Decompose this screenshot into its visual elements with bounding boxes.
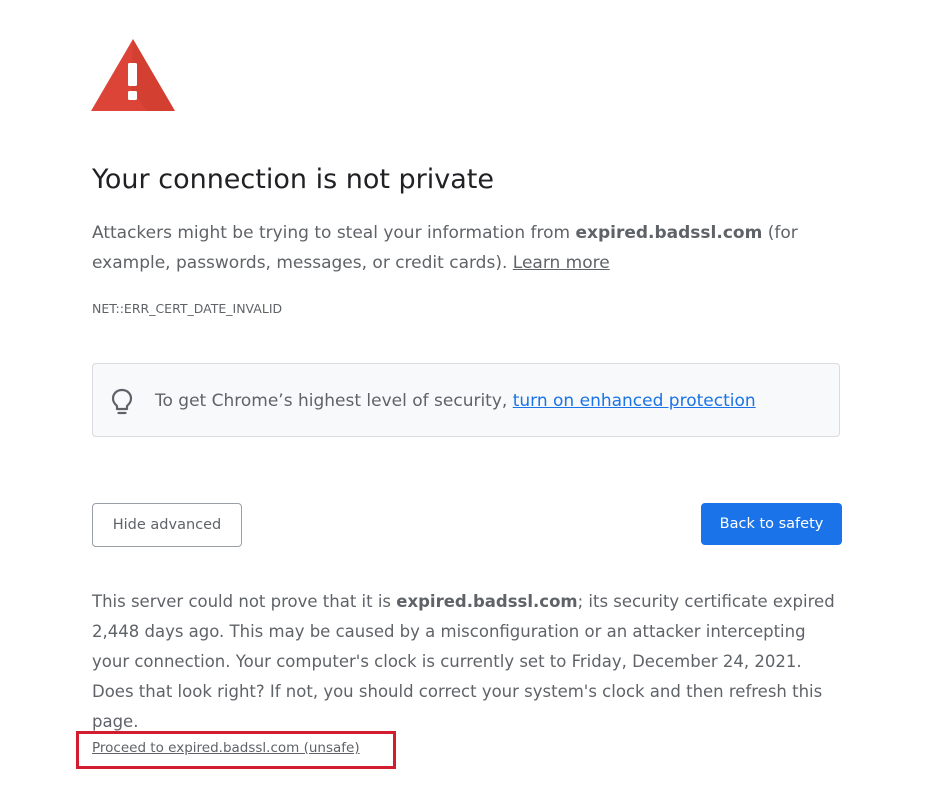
hide-advanced-button[interactable]: Hide advanced: [92, 503, 242, 547]
enhanced-text-label: To get Chrome’s highest level of securit…: [155, 391, 513, 411]
intro-text: Attackers might be trying to steal your …: [92, 218, 812, 278]
back-to-safety-button[interactable]: Back to safety: [701, 503, 842, 545]
page-title: Your connection is not private: [92, 164, 494, 195]
advanced-explanation: This server could not prove that it is e…: [92, 587, 844, 737]
enhanced-protection-link[interactable]: turn on enhanced protection: [513, 391, 756, 411]
intro-text-before: Attackers might be trying to steal your …: [92, 223, 576, 243]
learn-more-link[interactable]: Learn more: [513, 253, 610, 273]
error-code: NET::ERR_CERT_DATE_INVALID: [92, 301, 283, 316]
enhanced-protection-box: To get Chrome’s highest level of securit…: [92, 363, 840, 437]
enhanced-protection-text: To get Chrome’s highest level of securit…: [155, 388, 756, 414]
intro-domain: expired.badssl.com: [575, 223, 763, 243]
advanced-domain: expired.badssl.com: [396, 592, 578, 611]
advanced-text-before: This server could not prove that it is: [92, 592, 397, 611]
warning-triangle-icon: [91, 39, 175, 111]
proceed-unsafe-link[interactable]: Proceed to expired.badssl.com (unsafe): [92, 738, 360, 758]
lightbulb-icon: [111, 388, 133, 415]
advanced-text-after: ; its security certificate expired 2,448…: [92, 592, 835, 731]
